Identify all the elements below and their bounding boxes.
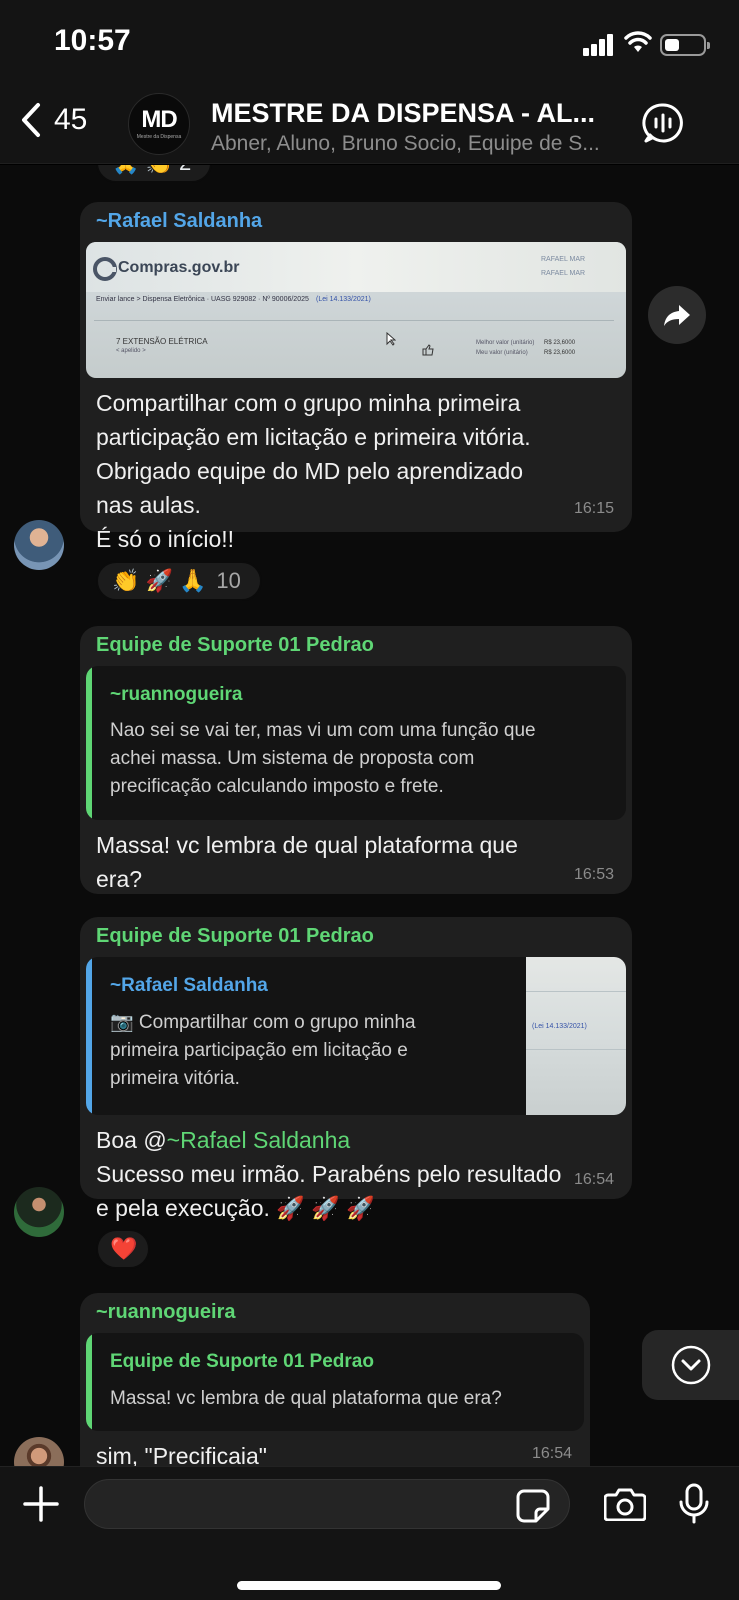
message-input[interactable] bbox=[84, 1479, 570, 1529]
group-logo-text: MD bbox=[141, 106, 177, 133]
image-user-2: RAFAEL MAR bbox=[541, 270, 586, 277]
quote-author: Equipe de Suporte 01 Pedrao bbox=[110, 1351, 374, 1372]
quote-line: achei massa. Um sistema de proposta com bbox=[110, 748, 475, 769]
call-waveform-icon[interactable] bbox=[642, 102, 684, 144]
quote-line: 📷 Compartilhar com o grupo minha bbox=[110, 1012, 416, 1033]
compras-logo-icon bbox=[93, 257, 117, 281]
image-best-value: R$ 23,6000 bbox=[544, 340, 576, 346]
quote-author: ~Rafael Saldanha bbox=[110, 975, 268, 996]
unread-count: 45 bbox=[54, 103, 88, 136]
quote-bar bbox=[86, 957, 92, 1115]
avatar-pedrao[interactable] bbox=[14, 1187, 64, 1237]
battery-icon bbox=[660, 34, 710, 56]
mention[interactable]: ~Rafael Saldanha bbox=[167, 1127, 351, 1153]
plus-icon[interactable] bbox=[22, 1485, 60, 1523]
quote-bar bbox=[86, 666, 92, 820]
sender-name: Equipe de Suporte 01 Pedrao bbox=[96, 925, 374, 947]
back-button[interactable]: 45 bbox=[20, 102, 87, 138]
message-text: Massa! vc lembra de qual plataforma que … bbox=[96, 832, 518, 892]
compras-brand: Compras.gov.br bbox=[118, 259, 240, 276]
sender-name: ~ruannogueira bbox=[96, 1301, 236, 1323]
image-divider bbox=[94, 320, 614, 321]
image-my-value: R$ 23,6000 bbox=[544, 350, 576, 356]
cellular-signal-icon bbox=[583, 34, 615, 56]
group-logo-sub: Mestre da Dispensa bbox=[136, 134, 182, 140]
wifi-icon bbox=[624, 31, 652, 52]
reaction-bar-partial[interactable]: 🙏 👏 2 bbox=[96, 165, 212, 183]
home-indicator bbox=[237, 1581, 501, 1590]
message-text: sim, "Precificaia" bbox=[96, 1443, 267, 1466]
quote-line: Nao sei se vai ter, mas vi um com uma fu… bbox=[110, 720, 536, 741]
quote-line: Massa! vc lembra de qual plataforma que … bbox=[110, 1388, 502, 1409]
message-time: 16:15 bbox=[573, 500, 614, 517]
quote-line: primeira vitória. bbox=[110, 1068, 240, 1089]
message-time: 16:54 bbox=[573, 1171, 614, 1188]
message-text: Compartilhar com o grupo minha primeira … bbox=[96, 390, 531, 552]
chat-header: 45 MD Mestre da Dispensa MESTRE DA DISPE… bbox=[0, 92, 739, 164]
group-avatar[interactable]: MD Mestre da Dispensa bbox=[128, 93, 190, 155]
camera-icon[interactable] bbox=[604, 1487, 646, 1521]
group-members[interactable]: Abner, Aluno, Bruno Socio, Equipe de S..… bbox=[211, 132, 600, 156]
microphone-icon[interactable] bbox=[678, 1483, 710, 1525]
cursor-icon bbox=[386, 332, 396, 346]
forward-icon bbox=[664, 305, 690, 326]
quote-line: primeira participação em licitação e bbox=[110, 1040, 408, 1061]
clock: 10:57 bbox=[54, 24, 131, 57]
reaction-emojis: 👏 🚀 🙏 bbox=[112, 568, 207, 593]
message-bubble-pedrao-2[interactable]: Equipe de Suporte 01 Pedrao ~Rafael Sald… bbox=[80, 917, 632, 1221]
message-input-bar bbox=[0, 1466, 739, 1600]
avatar-ruan[interactable] bbox=[14, 1437, 64, 1466]
image-user-1: RAFAEL MAR bbox=[541, 256, 586, 263]
thumb-line bbox=[526, 1049, 626, 1050]
message-bubble-rafael[interactable]: ~Rafael Saldanha Compras.gov.br RAFAEL M… bbox=[80, 202, 632, 552]
quote-author: ~ruannogueira bbox=[110, 684, 243, 705]
reaction-count: 10 bbox=[216, 568, 241, 593]
message-bubble-pedrao-1[interactable]: Equipe de Suporte 01 Pedrao ~ruannogueir… bbox=[80, 626, 632, 894]
sticker-icon[interactable] bbox=[516, 1489, 550, 1523]
status-bar: 10:57 bbox=[0, 0, 739, 92]
reaction-bar[interactable]: 👏 🚀 🙏 10 bbox=[96, 561, 262, 601]
image-law: (Lei 14.133/2021) bbox=[316, 296, 371, 303]
chevron-left-icon bbox=[22, 103, 40, 137]
message-text: Boa @~Rafael Saldanha Sucesso meu irmão.… bbox=[96, 1127, 562, 1221]
image-best-label: Melhor valor (unitário) bbox=[476, 340, 535, 346]
group-title[interactable]: MESTRE DA DISPENSA - AL... bbox=[211, 98, 595, 129]
message-bubble-ruan[interactable]: ~ruannogueira Equipe de Suporte 01 Pedra… bbox=[80, 1293, 590, 1466]
avatar-rafael[interactable] bbox=[14, 520, 64, 570]
mention-prefix: Boa @ bbox=[96, 1127, 167, 1153]
message-time: 16:54 bbox=[531, 1445, 572, 1462]
quoted-message[interactable]: ~Rafael Saldanha 📷 Compartilhar com o gr… bbox=[86, 957, 626, 1115]
chevron-down-icon bbox=[671, 1345, 711, 1385]
image-item: 7 EXTENSÃO ELÉTRICA bbox=[116, 337, 208, 346]
image-item-sub: < apelido > bbox=[116, 348, 146, 354]
quote-bar bbox=[86, 1333, 92, 1431]
thumb-law: (Lei 14.133/2021) bbox=[532, 1023, 587, 1030]
quoted-message[interactable]: ~ruannogueira Nao sei se vai ter, mas vi… bbox=[86, 666, 626, 820]
sender-name: Equipe de Suporte 01 Pedrao bbox=[96, 634, 374, 656]
quote-thumbnail: (Lei 14.133/2021) bbox=[526, 957, 626, 1115]
reaction-bar[interactable]: ❤️ bbox=[96, 1229, 150, 1269]
image-my-label: Meu valor (unitário) bbox=[476, 350, 528, 356]
message-time: 16:53 bbox=[573, 866, 614, 883]
reaction-emojis: ❤️ bbox=[110, 1236, 138, 1261]
sender-name: ~Rafael Saldanha bbox=[96, 210, 263, 232]
forward-button[interactable] bbox=[648, 286, 706, 344]
quote-line: precificação calculando imposto e frete. bbox=[110, 776, 444, 797]
quoted-message[interactable]: Equipe de Suporte 01 Pedrao Massa! vc le… bbox=[86, 1333, 584, 1431]
thumb-line bbox=[526, 991, 626, 992]
image-breadcrumb: Enviar lance > Dispensa Eletrônica · UAS… bbox=[96, 296, 309, 303]
shared-image[interactable]: Compras.gov.br RAFAEL MAR RAFAEL MAR Env… bbox=[86, 242, 626, 378]
reaction-emojis: 🙏 👏 2 bbox=[112, 165, 191, 176]
thumbs-up-icon bbox=[422, 344, 434, 356]
scroll-to-bottom-button[interactable] bbox=[642, 1330, 739, 1400]
chat-area[interactable]: 🙏 👏 2 ~Rafael Saldanha Compras.gov.br RA… bbox=[0, 165, 739, 1466]
